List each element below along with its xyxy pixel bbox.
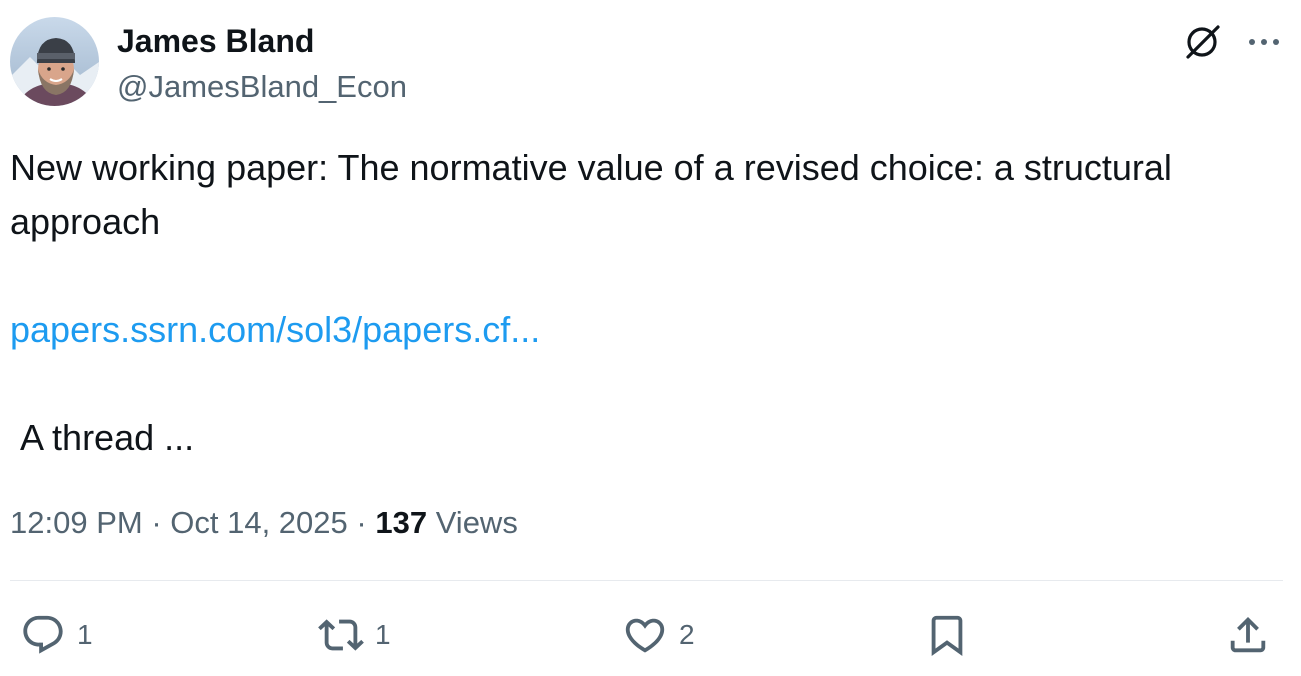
bookmark-button[interactable] [924, 612, 970, 658]
bookmark-icon [931, 615, 963, 656]
divider [10, 580, 1283, 581]
repost-icon [318, 619, 364, 651]
tweet-text-line: New working paper: The normative value o… [10, 147, 1182, 242]
tweet-text-line: A thread ... [10, 417, 195, 458]
like-count: 2 [679, 619, 695, 650]
line-break [10, 357, 1280, 411]
grok-icon[interactable] [1180, 20, 1224, 64]
meta-separator: · [347, 505, 376, 540]
author-handle[interactable]: @JamesBland_Econ [117, 67, 407, 107]
repost-count: 1 [375, 619, 391, 650]
views-label: Views [427, 505, 518, 540]
tweet-time[interactable]: 12:09 PM [10, 505, 143, 540]
heart-icon [625, 618, 665, 653]
tweet-date[interactable]: Oct 14, 2025 [170, 505, 348, 540]
author-display-name[interactable]: James Bland [117, 21, 314, 61]
tweet-text: New working paper: The normative value o… [10, 141, 1280, 465]
views-count: 137 [375, 505, 428, 540]
reply-count: 1 [77, 619, 93, 650]
reply-icon [23, 615, 63, 654]
reply-button[interactable]: 1 [20, 612, 93, 658]
tweet-meta: 12:09 PM · Oct 14, 2025 · 137 Views [10, 503, 518, 543]
tweet-link[interactable]: papers.ssrn.com/sol3/papers.cf... [10, 309, 540, 350]
like-button[interactable]: 2 [622, 612, 695, 658]
avatar[interactable] [10, 17, 99, 106]
more-icon[interactable] [1242, 20, 1286, 64]
meta-separator: · [142, 505, 171, 540]
line-break [10, 249, 1280, 303]
share-icon [1230, 616, 1266, 653]
share-button[interactable] [1225, 612, 1271, 658]
repost-button[interactable]: 1 [318, 612, 391, 658]
avatar-photo [10, 17, 99, 106]
